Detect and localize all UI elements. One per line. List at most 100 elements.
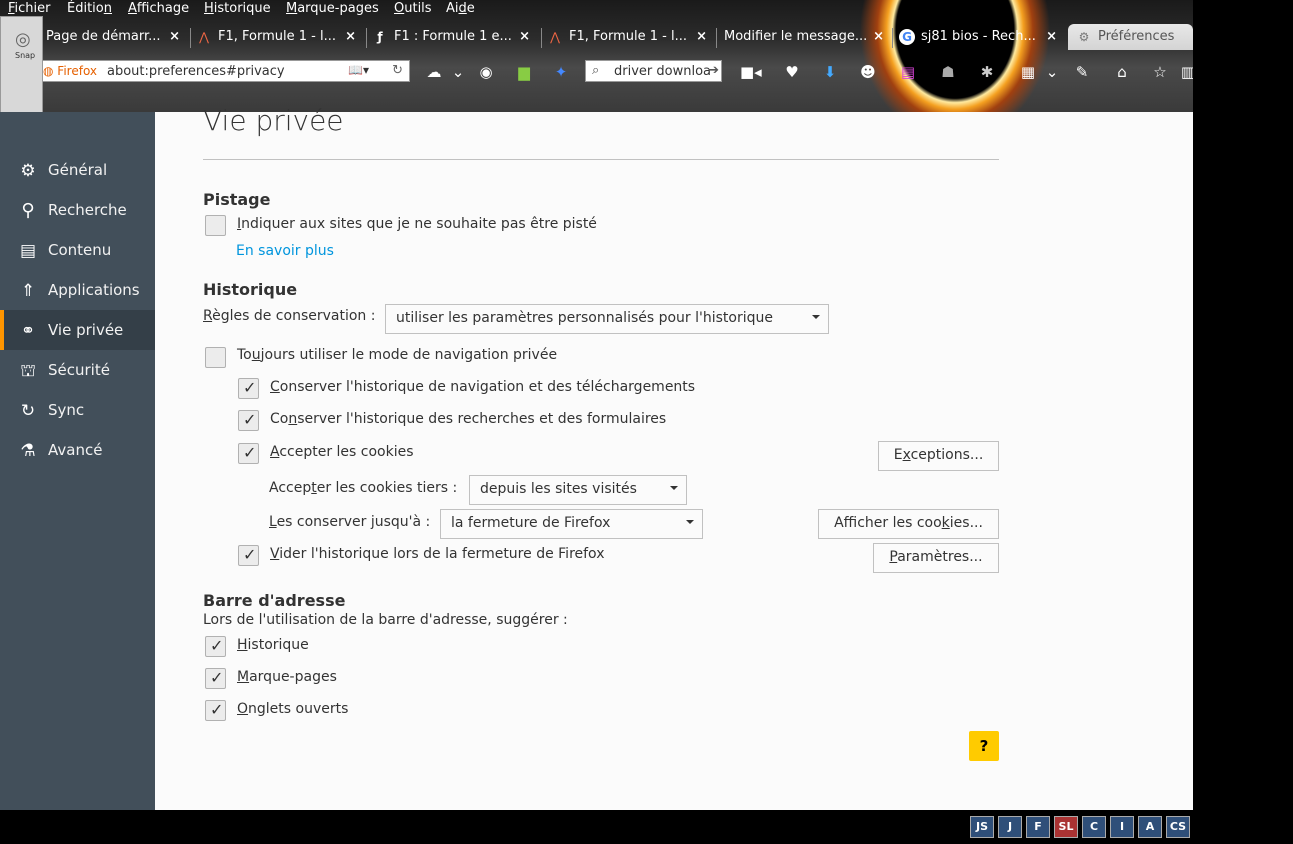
extension-cloud-icon[interactable]: ☁ xyxy=(424,62,444,82)
status-badge-js[interactable]: JS xyxy=(970,816,994,838)
menu-edition[interactable]: Édition xyxy=(67,1,112,16)
suggest-bookmarks-label[interactable]: Marque-pages xyxy=(237,669,337,685)
url-bar[interactable]: ◍ Firefox about:preferences#privacy 📖▾ ↻ xyxy=(40,60,410,82)
search-input[interactable]: driver downloa xyxy=(614,64,711,79)
chevron-down-icon[interactable]: ⌄ xyxy=(1042,62,1062,82)
do-not-track-label[interactable]: Indiquer aux sites que je ne souhaite pa… xyxy=(237,216,597,232)
suggest-history-checkbox[interactable] xyxy=(205,636,226,657)
learn-more-link[interactable]: En savoir plus xyxy=(236,243,334,259)
keep-search-history-checkbox[interactable] xyxy=(238,410,259,431)
color-extension-icon[interactable]: ▤ xyxy=(898,62,918,82)
close-icon[interactable]: × xyxy=(169,24,180,50)
reader-view-icon[interactable]: 📖▾ xyxy=(348,63,369,77)
keep-search-history-label[interactable]: Conserver l'historique des recherches et… xyxy=(270,411,666,427)
always-private-label[interactable]: Toujours utiliser le mode de navigation … xyxy=(237,347,557,363)
f1-icon: ⋀ xyxy=(199,29,209,44)
keep-browsing-history-checkbox[interactable] xyxy=(238,378,259,399)
security-icon: ⛫ xyxy=(20,361,36,381)
dropdown-arrow-icon xyxy=(812,315,820,319)
third-party-cookies-select[interactable]: depuis les sites visités xyxy=(469,475,687,505)
tab-preferences[interactable]: ⚙ Préférences xyxy=(1068,24,1193,50)
clear-on-close-label[interactable]: Vider l'historique lors de la fermeture … xyxy=(270,546,604,562)
accept-cookies-label[interactable]: Accepter les cookies xyxy=(270,444,414,460)
pocket-icon[interactable]: ♥ xyxy=(782,62,802,82)
status-badge-a[interactable]: A xyxy=(1138,816,1162,838)
extension-blue-icon[interactable]: ✦ xyxy=(551,62,571,82)
menu-outils[interactable]: Outils xyxy=(394,1,432,16)
history-rules-select[interactable]: utiliser les paramètres personnalisés po… xyxy=(385,304,829,334)
accept-cookies-checkbox[interactable] xyxy=(238,443,259,464)
menu-aide[interactable]: Aide xyxy=(446,1,475,16)
reload-icon[interactable]: ↻ xyxy=(392,63,403,78)
clipboard-icon[interactable]: ▦ xyxy=(1018,62,1038,82)
status-badge-i[interactable]: I xyxy=(1110,816,1134,838)
suggest-history-label[interactable]: Historique xyxy=(237,637,309,653)
status-badge-f[interactable]: F xyxy=(1026,816,1050,838)
download-icon[interactable]: ⬇ xyxy=(820,62,840,82)
tab-modifier-message[interactable]: Modifier le message... × xyxy=(724,24,890,50)
exceptions-button[interactable]: Exceptions... xyxy=(878,441,999,471)
menu-marque-pages[interactable]: Marque-pages xyxy=(286,1,379,16)
history-settings-button[interactable]: Paramètres... xyxy=(873,543,999,573)
close-icon[interactable]: × xyxy=(519,24,530,50)
close-icon[interactable]: × xyxy=(696,24,707,50)
suggest-open-tabs-label[interactable]: Onglets ouverts xyxy=(237,701,348,717)
menu-affichage[interactable]: Affichage xyxy=(128,1,189,16)
status-badge-c[interactable]: C xyxy=(1082,816,1106,838)
tab-start-page[interactable]: Page de démarr... × xyxy=(44,24,186,50)
always-private-checkbox[interactable] xyxy=(205,347,226,368)
preferences-sidebar: ⚙ Général ⚲ Recherche ▤ Contenu ⇑ Applic… xyxy=(0,112,155,810)
identity-badge[interactable]: ◍ Firefox xyxy=(43,64,97,78)
search-bar[interactable]: ⌕ driver downloa ➔ xyxy=(585,60,722,82)
keep-browsing-history-label[interactable]: Conserver l'historique de navigation et … xyxy=(270,379,695,395)
ghost-icon[interactable]: ☗ xyxy=(938,62,958,82)
tab-google-search[interactable]: Gsj81 bios - Rech... × xyxy=(899,24,1063,50)
sidebar-item-applications[interactable]: ⇑ Applications xyxy=(0,270,155,310)
close-icon[interactable]: × xyxy=(1046,24,1057,50)
status-badge-j[interactable]: J xyxy=(998,816,1022,838)
extension-folder-icon[interactable]: ▆ xyxy=(514,62,534,82)
tab-title: sj81 bios - Rech... xyxy=(921,29,1036,44)
sidebar-item-content[interactable]: ▤ Contenu xyxy=(0,230,155,270)
status-badge-cs[interactable]: CS xyxy=(1166,816,1190,838)
show-cookies-button[interactable]: Afficher les cookies... xyxy=(818,509,999,539)
tab-f1-1[interactable]: ⋀ F1, Formule 1 - l... × xyxy=(196,24,362,50)
dropdown-arrow-icon xyxy=(670,486,678,490)
clear-on-close-checkbox[interactable] xyxy=(238,545,259,566)
search-go-icon[interactable]: ➔ xyxy=(708,63,719,78)
sidebar-item-advanced[interactable]: ⚗ Avancé xyxy=(0,430,155,470)
extension-gray-icon[interactable]: ✱ xyxy=(977,62,997,82)
url-text[interactable]: about:preferences#privacy xyxy=(107,64,285,79)
bookmark-star-icon[interactable]: ☆ xyxy=(1150,62,1170,82)
help-button[interactable]: ? xyxy=(969,731,999,761)
home-icon[interactable]: ⌂ xyxy=(1112,62,1132,82)
tab-f1-3[interactable]: ⋀ F1, Formule 1 - l... × xyxy=(547,24,713,50)
tab-title: Préférences xyxy=(1098,29,1175,44)
do-not-track-checkbox[interactable] xyxy=(205,215,226,236)
close-icon[interactable]: × xyxy=(873,24,884,50)
menu-historique[interactable]: Historique xyxy=(204,1,271,16)
chat-icon[interactable]: ☻ xyxy=(858,62,878,82)
sidebar-item-security[interactable]: ⛫ Sécurité xyxy=(0,350,155,390)
extension-tool-icon[interactable]: ✎ xyxy=(1072,62,1092,82)
sidebar-item-label: Vie privée xyxy=(48,321,124,339)
video-icon[interactable]: ■◂ xyxy=(740,62,762,82)
tab-title: F1 : Formule 1 e... xyxy=(394,29,512,44)
keep-until-select[interactable]: la fermeture de Firefox xyxy=(440,509,703,539)
tab-separator xyxy=(541,28,542,48)
extension-circle-icon[interactable]: ◉ xyxy=(476,62,496,82)
menu-fichier[interactable]: Fichier xyxy=(8,1,51,16)
sidebar-item-privacy[interactable]: ⚭ Vie privée xyxy=(0,310,155,350)
chevron-down-icon[interactable]: ⌄ xyxy=(448,62,468,82)
search-icon: ⚲ xyxy=(21,200,35,221)
sidebar-item-general[interactable]: ⚙ Général xyxy=(0,150,155,190)
status-badge-sl[interactable]: SL xyxy=(1054,816,1078,838)
tab-f1-2[interactable]: ƒ F1 : Formule 1 e... × xyxy=(372,24,536,50)
close-icon[interactable]: × xyxy=(345,24,356,50)
suggest-bookmarks-checkbox[interactable] xyxy=(205,668,226,689)
sidebar-item-sync[interactable]: ↻ Sync xyxy=(0,390,155,430)
sidebar-item-search[interactable]: ⚲ Recherche xyxy=(0,190,155,230)
library-icon[interactable]: ▥ xyxy=(1178,62,1193,82)
suggest-open-tabs-checkbox[interactable] xyxy=(205,700,226,721)
f1-alt-icon: ƒ xyxy=(377,29,383,44)
